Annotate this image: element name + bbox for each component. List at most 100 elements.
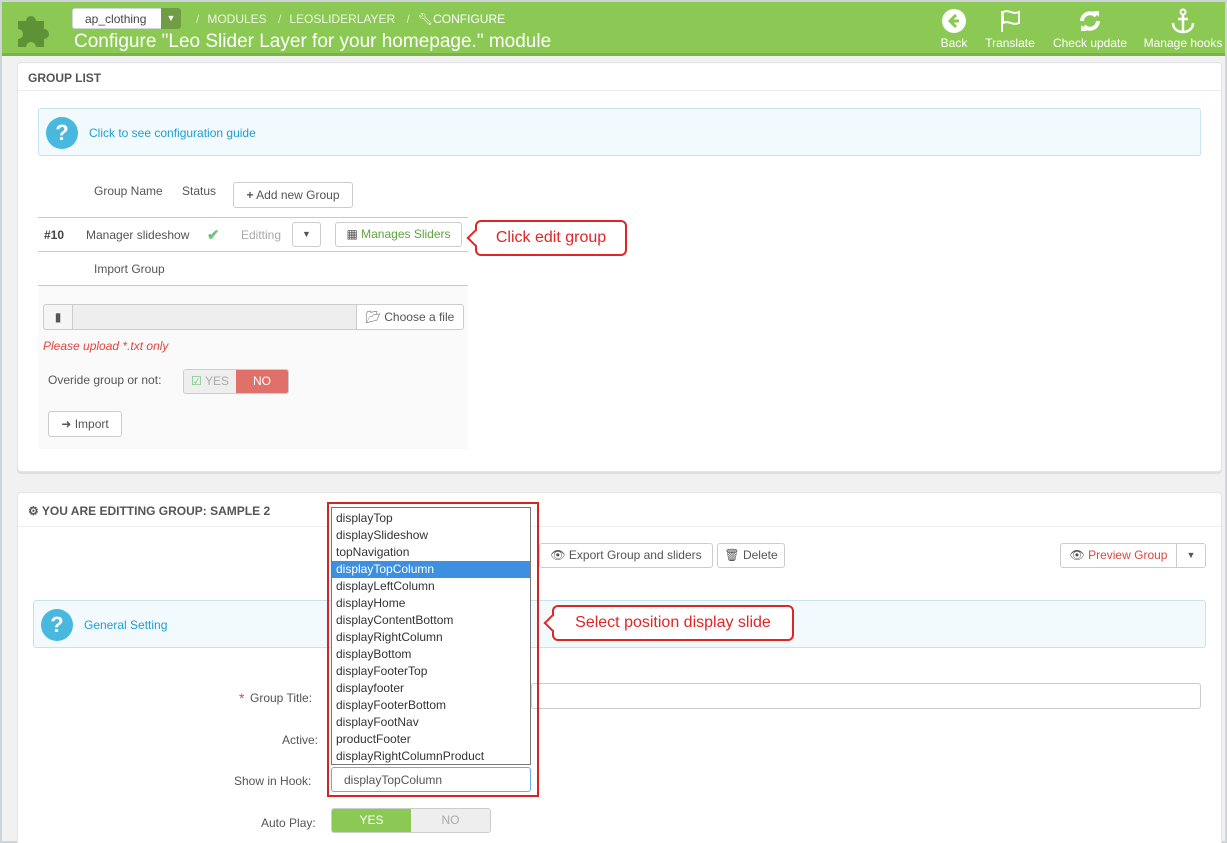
upload-hint: Please upload *.txt only <box>43 339 169 353</box>
anchor-icon <box>1171 8 1195 34</box>
edit-group-heading-text: YOU ARE EDITTING GROUP: SAMPLE 2 <box>41 504 271 518</box>
group-actions-dropdown[interactable]: ▼ <box>292 222 321 247</box>
manage-hooks-button[interactable]: Manage hooks <box>1140 8 1226 52</box>
status-check-icon[interactable]: ✔ <box>207 226 220 244</box>
autoplay-label: Auto Play: <box>261 816 316 830</box>
choose-file-button[interactable]: 📂︎ Choose a file <box>356 304 464 330</box>
override-yes-label: YES <box>204 374 229 388</box>
general-setting-link[interactable]: General Setting <box>84 618 167 632</box>
refresh-icon <box>1080 11 1100 31</box>
module-puzzle-icon <box>18 16 49 47</box>
wrench-icon: 🔧︎ <box>417 12 434 26</box>
import-label: Import <box>74 417 109 431</box>
page-title: Configure "Leo Slider Layer for your hom… <box>74 31 552 52</box>
add-group-button[interactable]: + Add new Group <box>233 182 353 208</box>
translate-button[interactable]: Translate <box>982 8 1038 52</box>
manage-sliders-button[interactable]: ▦ Manages Sliders <box>335 222 462 247</box>
cogs-icon: ⚙︎ <box>28 504 39 518</box>
hook-option[interactable]: displayFooterTop <box>332 663 530 680</box>
hook-option[interactable]: displayfooter <box>332 680 530 697</box>
eye-icon: 👁︎ <box>550 548 566 562</box>
hook-option[interactable]: displayRightColumnProduct <box>332 748 530 765</box>
autoplay-toggle[interactable]: YES NO <box>331 808 491 833</box>
group-title-label: Group Title: <box>250 691 313 705</box>
hook-option[interactable]: displayTop <box>332 510 530 527</box>
group-name: Manager slideshow <box>86 228 190 242</box>
help-icon: ? <box>41 609 73 641</box>
group-id: #10 <box>44 228 65 242</box>
hook-option[interactable]: displayFooterBottom <box>332 697 530 714</box>
shop-selector-value: ap_clothing <box>85 12 147 26</box>
hook-option[interactable]: productFooter <box>332 731 530 748</box>
check-update-button[interactable]: Check update <box>1048 8 1132 52</box>
autoplay-yes-option[interactable]: YES <box>332 809 411 832</box>
flag-icon <box>1001 10 1020 32</box>
hook-option[interactable]: topNavigation <box>332 544 530 561</box>
preview-dropdown-toggle[interactable]: ▼ <box>1176 543 1206 568</box>
eye-icon: 👁︎ <box>1069 548 1085 562</box>
preview-group-button[interactable]: 👁︎ Preview Group <box>1060 543 1177 568</box>
folder-open-icon: 📂︎ <box>365 310 381 324</box>
edit-group-heading: ⚙︎ YOU ARE EDITTING GROUP: SAMPLE 2 <box>18 493 1221 527</box>
manage-hooks-label: Manage hooks <box>1143 36 1223 50</box>
hook-option[interactable]: displayContentBottom <box>332 612 530 629</box>
override-yes-option[interactable]: ☑ YES <box>184 370 236 393</box>
chevron-down-icon: ▼ <box>161 8 181 29</box>
translate-label: Translate <box>985 36 1035 50</box>
export-group-label: Export Group and sliders <box>568 548 702 562</box>
check-update-label: Check update <box>1052 36 1128 50</box>
file-icon: ▮ <box>43 304 73 330</box>
override-label: Overide group or not: <box>48 373 162 387</box>
callout-select-position: Select position display slide <box>543 605 794 641</box>
breadcrumb-modules[interactable]: MODULES <box>207 12 266 26</box>
hook-option[interactable]: displayFootNav <box>332 714 530 731</box>
back-button[interactable]: Back <box>938 8 970 52</box>
top-header: ap_clothing ▼ / MODULES / LEOSLIDERLAYER /… <box>2 2 1225 56</box>
film-icon: ▦ <box>346 227 358 241</box>
hook-option[interactable]: displayRightColumn <box>332 629 530 646</box>
show-in-hook-select[interactable]: displayTopColumn <box>331 767 531 792</box>
trash-icon: 🗑︎ <box>724 548 740 562</box>
breadcrumb-configure: CONFIGURE <box>433 12 506 26</box>
edit-group-label[interactable]: Editting <box>241 228 281 242</box>
config-guide-link[interactable]: Click to see configuration guide <box>89 126 256 140</box>
hook-option[interactable]: displayHome <box>332 595 530 612</box>
choose-file-label: Choose a file <box>384 310 455 324</box>
required-mark: * <box>239 690 245 706</box>
import-button[interactable]: ➜ Import <box>48 411 122 437</box>
hook-option[interactable]: displayLeftColumn <box>332 578 530 595</box>
import-group-heading: Import Group <box>94 262 165 276</box>
circle-arrow-icon: ➜ <box>61 417 72 431</box>
callout-select-position-text: Select position display slide <box>575 614 771 631</box>
group-title-input[interactable] <box>531 683 1201 709</box>
show-in-hook-label: Show in Hook: <box>234 774 312 788</box>
file-path-input[interactable] <box>72 304 357 330</box>
back-label: Back <box>940 36 968 50</box>
shop-selector[interactable]: ap_clothing ▼ <box>72 8 181 29</box>
col-status: Status <box>182 184 217 198</box>
preview-group-label: Preview Group <box>1088 548 1168 562</box>
add-group-label: Add new Group <box>256 188 340 202</box>
hook-options-list[interactable]: displayTop displaySlideshow topNavigation d… <box>331 507 531 765</box>
row-divider <box>38 217 468 218</box>
breadcrumb-module[interactable]: LEOSLIDERLAYER <box>289 12 395 26</box>
group-list-heading: GROUP LIST <box>18 63 1221 91</box>
hook-option[interactable]: displayTopColumn <box>332 561 530 578</box>
caret-down-icon: ▼ <box>1186 550 1196 560</box>
breadcrumb: / MODULES / LEOSLIDERLAYER / 🔧︎CONFIGURE <box>196 12 506 26</box>
help-icon: ? <box>46 117 78 149</box>
config-guide-box: ? Click to see configuration guide <box>38 108 1201 156</box>
override-no-option[interactable]: NO <box>236 370 288 393</box>
export-group-button[interactable]: 👁︎ Export Group and sliders <box>539 543 713 568</box>
callout-edit-group: Click edit group <box>466 220 627 256</box>
checkbox-icon: ☑ <box>191 374 202 388</box>
hook-option[interactable]: displaySlideshow <box>332 527 530 544</box>
override-toggle[interactable]: ☑ YES NO <box>183 369 289 394</box>
row-divider-2 <box>38 251 468 252</box>
autoplay-no-option[interactable]: NO <box>411 809 490 832</box>
col-group-name: Group Name <box>94 184 163 198</box>
active-label: Active: <box>282 733 319 747</box>
hook-option[interactable]: displayBottom <box>332 646 530 663</box>
delete-label: Delete <box>742 548 778 562</box>
delete-button[interactable]: 🗑︎ Delete <box>717 543 785 568</box>
